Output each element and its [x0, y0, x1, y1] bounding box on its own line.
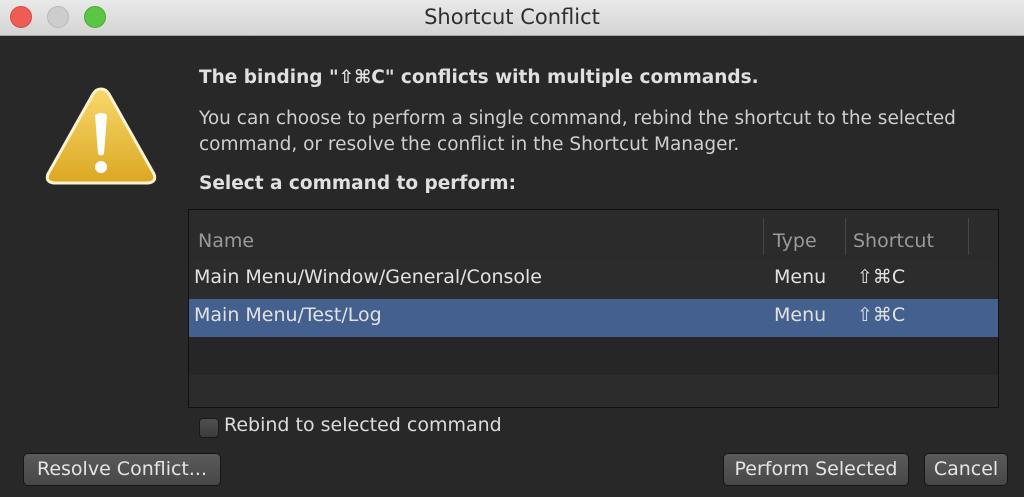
row-name: Main Menu/Window/General/Console: [194, 266, 542, 288]
row-shortcut: ⇧⌘C: [857, 304, 906, 326]
rebind-checkbox-label[interactable]: Rebind to selected command: [224, 414, 502, 436]
table-row-selected[interactable]: Main Menu/Test/Log Menu ⇧⌘C: [189, 299, 998, 337]
table-header: Name Type Shortcut: [189, 210, 998, 262]
select-command-label: Select a command to perform:: [199, 173, 516, 194]
conflict-heading: The binding "⇧⌘C" conflicts with multipl…: [199, 67, 759, 88]
column-divider[interactable]: [763, 218, 764, 255]
empty-row: [189, 375, 998, 407]
perform-selected-button[interactable]: Perform Selected: [723, 453, 909, 486]
column-header-shortcut[interactable]: Shortcut: [853, 230, 934, 252]
table-row[interactable]: Main Menu/Window/General/Console Menu ⇧⌘…: [189, 261, 998, 299]
shortcut-conflict-dialog: Shortcut Conflict The binding "⇧⌘C" conf…: [0, 0, 1024, 497]
empty-row: [189, 337, 998, 375]
conflict-description: You can choose to perform a single comma…: [199, 108, 956, 155]
row-shortcut: ⇧⌘C: [857, 266, 906, 288]
row-type: Menu: [774, 304, 827, 326]
row-type: Menu: [774, 266, 827, 288]
column-divider[interactable]: [968, 218, 969, 255]
column-divider[interactable]: [845, 218, 846, 255]
title-bar: Shortcut Conflict: [0, 0, 1024, 36]
cancel-button[interactable]: Cancel: [924, 453, 1008, 486]
rebind-checkbox[interactable]: [199, 418, 219, 438]
column-header-name[interactable]: Name: [198, 230, 254, 252]
window-title: Shortcut Conflict: [424, 5, 600, 29]
resolve-conflict-button[interactable]: Resolve Conflict...: [23, 453, 221, 486]
column-header-type[interactable]: Type: [773, 230, 817, 252]
command-table: Name Type Shortcut Main Menu/Window/Gene…: [188, 209, 999, 408]
warning-icon: [45, 87, 157, 185]
row-name: Main Menu/Test/Log: [194, 304, 382, 326]
